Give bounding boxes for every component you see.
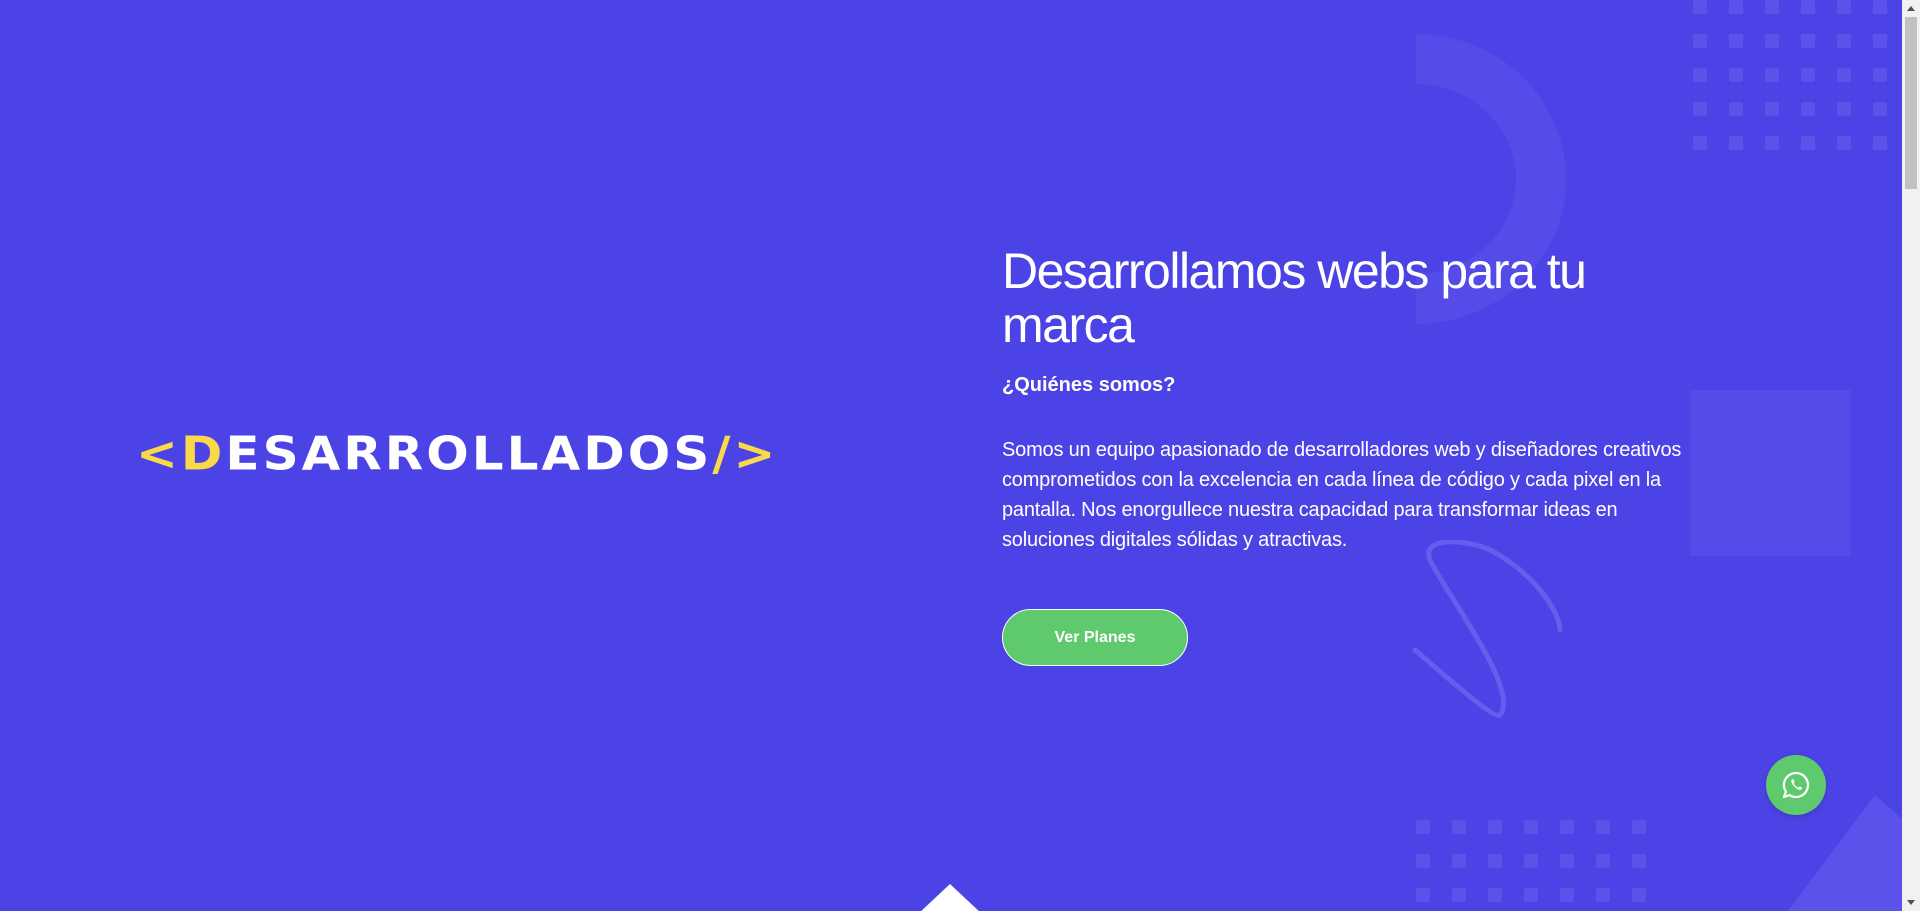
decorative-dot	[1765, 0, 1779, 14]
decorative-dot	[1452, 888, 1466, 902]
decorative-dot	[1801, 68, 1815, 82]
chevron-down-icon[interactable]	[1902, 894, 1920, 911]
decorative-dot	[1693, 34, 1707, 48]
decorative-dot	[1488, 820, 1502, 834]
chevron-up-icon[interactable]	[1902, 0, 1920, 17]
decorative-dot	[1837, 34, 1851, 48]
decorative-dot	[1524, 820, 1538, 834]
decorative-dot-grid-bottom	[1416, 820, 1646, 911]
decorative-square	[1690, 390, 1851, 556]
hero-section: Desarrollamos webs para tu marca ¿Quiéne…	[1002, 244, 1702, 555]
decorative-dot	[1729, 34, 1743, 48]
decorative-dot	[1729, 136, 1743, 150]
logo-close-bracket: >	[733, 427, 779, 481]
decorative-dot	[1765, 136, 1779, 150]
logo-open-bracket: <	[136, 427, 181, 481]
decorative-dot	[1801, 34, 1815, 48]
decorative-dot	[1452, 820, 1466, 834]
decorative-dot	[1873, 34, 1887, 48]
decorative-dot	[1765, 34, 1779, 48]
decorative-dot	[1524, 854, 1538, 868]
decorative-dot	[1801, 0, 1815, 14]
brand-logo: <DESARROLLADOS/>	[136, 430, 866, 478]
logo-word: ESARROLLADOS	[225, 427, 713, 481]
decorative-dot	[1596, 888, 1610, 902]
hero-subtitle: ¿Quiénes somos?	[1002, 374, 1176, 396]
decorative-squiggle	[1412, 540, 1563, 718]
decorative-dot-grid-top	[1693, 0, 1887, 150]
decorative-dot	[1693, 102, 1707, 116]
decorative-dot	[1729, 102, 1743, 116]
decorative-dot	[1801, 136, 1815, 150]
decorative-dot	[1632, 820, 1646, 834]
decorative-dot	[1596, 820, 1610, 834]
scrollbar-thumb[interactable]	[1905, 17, 1917, 189]
decorative-dot	[1837, 136, 1851, 150]
decorative-dot	[1416, 854, 1430, 868]
decorative-dot	[1693, 0, 1707, 14]
hero-title: Desarrollamos webs para tu marca	[1002, 243, 1587, 353]
decorative-dot	[1765, 102, 1779, 116]
decorative-dot	[1693, 136, 1707, 150]
decorative-dot	[1560, 854, 1574, 868]
decorative-dot	[1801, 102, 1815, 116]
whatsapp-icon	[1782, 771, 1810, 799]
hero-description: Somos un equipo apasionado de desarrolla…	[1002, 439, 1682, 551]
view-plans-button[interactable]: Ver Planes	[1002, 609, 1188, 666]
decorative-dot	[1873, 136, 1887, 150]
decorative-dot	[1873, 102, 1887, 116]
logo-close-slash: /	[712, 427, 734, 481]
decorative-dot	[1729, 0, 1743, 14]
decorative-dot	[1837, 68, 1851, 82]
decorative-dot	[1560, 888, 1574, 902]
decorative-dot	[1560, 820, 1574, 834]
decorative-dot	[1729, 68, 1743, 82]
decorative-dot	[1416, 820, 1430, 834]
decorative-dot	[1416, 888, 1430, 902]
decorative-dot	[1632, 888, 1646, 902]
vertical-scrollbar[interactable]	[1902, 0, 1920, 911]
page: <DESARROLLADOS/> Desarrollamos webs para…	[0, 0, 1902, 911]
decorative-dot	[1632, 854, 1646, 868]
decorative-dot	[1837, 102, 1851, 116]
decorative-dot	[1873, 0, 1887, 14]
whatsapp-button[interactable]	[1766, 755, 1826, 815]
decorative-dot	[1873, 68, 1887, 82]
decorative-dot	[1693, 68, 1707, 82]
decorative-dot	[1596, 854, 1610, 868]
decorative-dot	[1452, 854, 1466, 868]
decorative-dot	[1765, 68, 1779, 82]
decorative-dot	[1488, 854, 1502, 868]
decorative-dot	[1524, 888, 1538, 902]
decorative-dot	[1488, 888, 1502, 902]
logo-first-letter: D	[180, 427, 226, 481]
decorative-dot	[1837, 0, 1851, 14]
decorative-triangle-bottom	[921, 884, 979, 911]
